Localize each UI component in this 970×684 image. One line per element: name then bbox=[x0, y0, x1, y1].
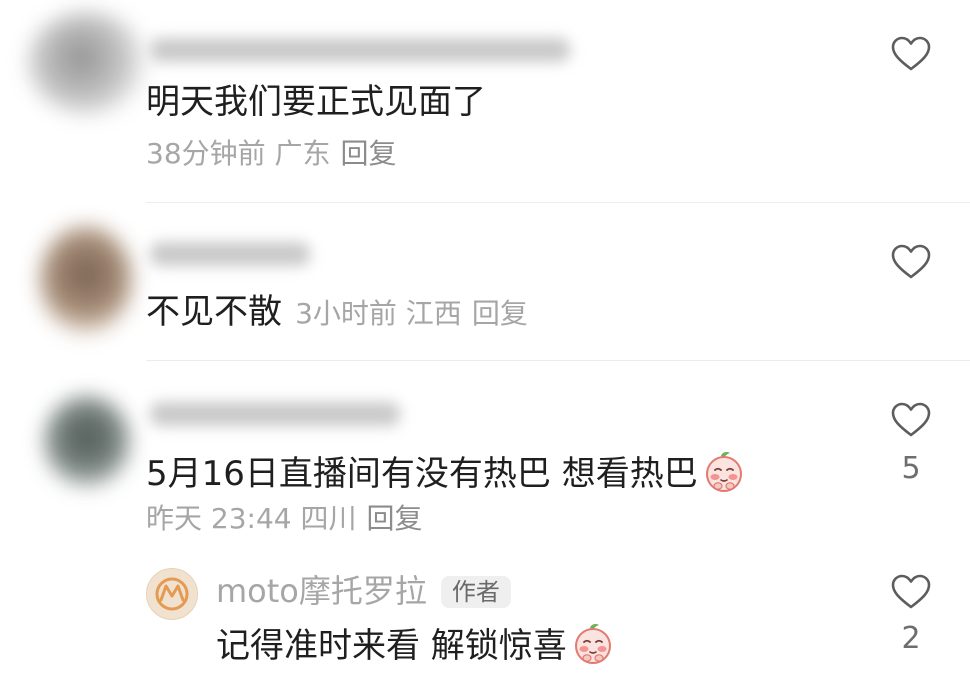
shy-peach-emoji-icon bbox=[574, 624, 611, 664]
comment-time-location: 38分钟前 广东 bbox=[146, 137, 331, 170]
user-avatar[interactable] bbox=[44, 396, 130, 488]
comment-text: 明天我们要正式见面了 bbox=[146, 82, 486, 122]
reply-text-row: 记得准时来看 解锁惊喜 bbox=[216, 621, 615, 666]
heart-outline-icon[interactable] bbox=[891, 402, 931, 438]
reply-link[interactable]: 回复 bbox=[367, 502, 423, 535]
shy-peach-emoji-icon bbox=[705, 452, 742, 492]
username-blurred[interactable] bbox=[150, 242, 310, 266]
like-count: 5 bbox=[901, 451, 921, 486]
comment-meta: 昨天 23:44 四川 回复 bbox=[146, 502, 423, 536]
comment-time-location: 昨天 23:44 四川 bbox=[146, 502, 357, 535]
heart-outline-icon[interactable] bbox=[891, 244, 931, 280]
reply-link[interactable]: 回复 bbox=[341, 137, 397, 170]
like-count: 2 bbox=[901, 621, 921, 656]
comment-text: 不见不散 bbox=[146, 292, 282, 332]
comment-divider bbox=[146, 202, 970, 203]
username-blurred[interactable] bbox=[150, 38, 570, 62]
comment-text: 5月16日直播间有没有热巴 想看热巴 bbox=[146, 454, 698, 494]
reply-link[interactable]: 回复 bbox=[472, 297, 528, 330]
comment-divider bbox=[146, 360, 970, 361]
reply-meta-cropped bbox=[216, 668, 536, 684]
comment-text-row: 5月16日直播间有没有热巴 想看热巴 bbox=[146, 449, 746, 494]
comment-row: 不见不散 3小时前 江西 回复 bbox=[146, 292, 528, 332]
reply-author-name[interactable]: moto摩托罗拉 bbox=[216, 572, 427, 610]
username-blurred[interactable] bbox=[150, 402, 400, 426]
author-badge: 作者 bbox=[440, 576, 511, 608]
user-avatar[interactable] bbox=[40, 226, 132, 334]
reply-author-row: moto摩托罗拉 作者 bbox=[216, 571, 511, 611]
user-avatar[interactable] bbox=[28, 12, 146, 114]
reply-text: 记得准时来看 解锁惊喜 bbox=[216, 626, 567, 666]
comment-time-location: 3小时前 江西 bbox=[295, 297, 462, 330]
comment-meta: 38分钟前 广东 回复 bbox=[146, 137, 397, 171]
heart-outline-icon[interactable] bbox=[891, 36, 931, 72]
motorola-logo-icon[interactable] bbox=[146, 568, 198, 620]
heart-outline-icon[interactable] bbox=[891, 574, 931, 610]
